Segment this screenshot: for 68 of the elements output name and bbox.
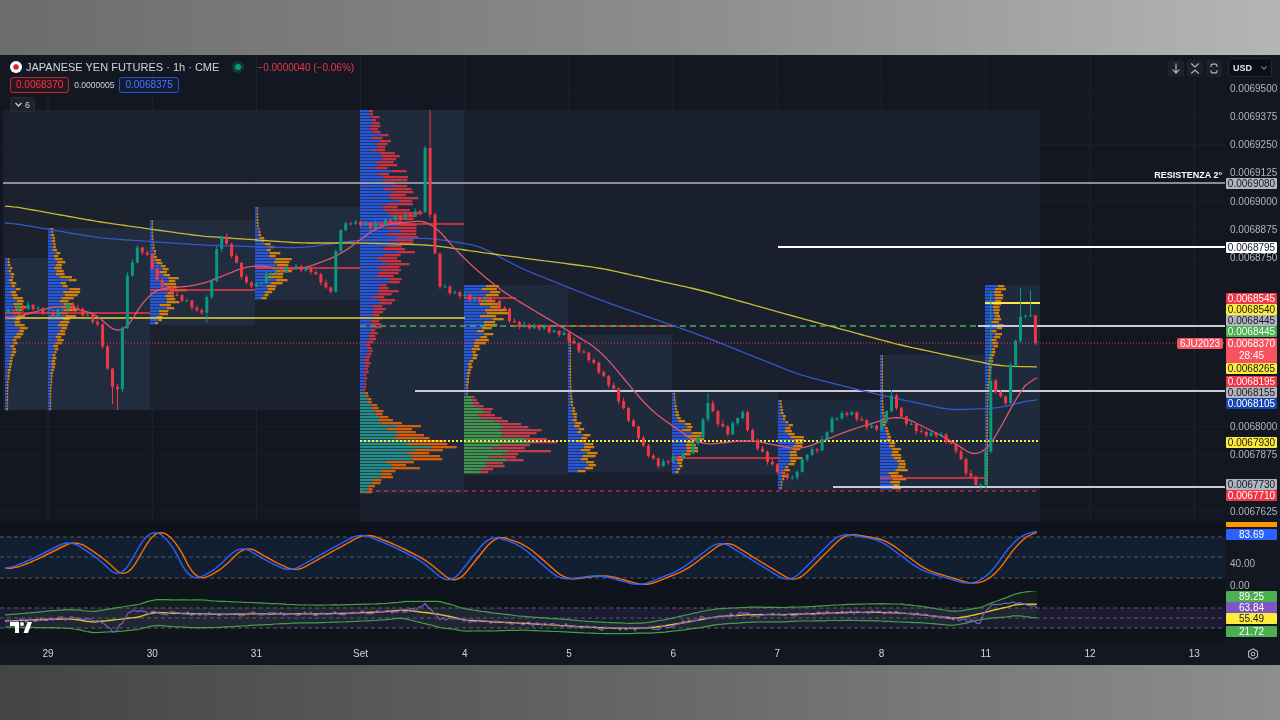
time-axis-label: 29 [42,648,54,660]
price-tag: 0.0068195 [1226,375,1277,387]
price-tag: 0.0068445 [1226,326,1277,338]
time-axis-label: 11 [980,648,991,660]
collapse-icon [1190,63,1200,74]
scroll-down-button[interactable] [1168,60,1184,77]
bid-price[interactable]: 0.0068370 [10,77,70,93]
time-axis-label: Set [353,648,369,660]
price-level-line [984,302,1041,304]
price-axis-label: 0.0069250 [1230,140,1278,150]
indicator-value-tag: 83.69 [1226,529,1277,541]
price-tag: 0.0067710 [1226,489,1277,501]
price-tag: 0.0068105 [1226,397,1277,409]
symbol-title[interactable]: JAPANESE YEN FUTURES · 1h · CME [26,61,220,73]
indicator-axis-label: 40.00 [1230,558,1256,568]
price-tag: 0.0068155 [1226,386,1277,398]
flag-icon [10,61,22,73]
price-axis-label: 0.0069375 [1230,111,1278,121]
price-axis-label: 0.0069500 [1230,83,1278,93]
price-tag: 0.0068265 [1226,362,1277,374]
indicator-value-tag: 55.49 [1226,613,1277,625]
time-axis-label: 5 [566,648,572,660]
price-tag: 0.0068795 [1226,241,1277,253]
indicator-value-tag: 21.72 [1226,625,1277,637]
currency-dropdown[interactable]: USD [1228,58,1272,77]
settings-icon [1246,648,1259,660]
indicators-toggle[interactable]: 6 [10,97,35,112]
price-tag: 0.0068445 [1226,315,1277,327]
value-tag-icon [1226,522,1277,527]
indicator-value-tag: 63.84 [1226,602,1277,614]
auto-fit-button[interactable] [1206,60,1222,77]
price-tag: 0.0067730 [1226,478,1277,490]
level-label: RESISTENZA 2° [1154,170,1222,180]
bar-countdown: 28:45 [1239,348,1264,362]
loop-icon [1209,63,1219,74]
price-tag: 0.0067930 [1226,436,1277,448]
last-price: 0.0068370 [1227,337,1276,349]
price-axis-label: 0.0069000 [1230,196,1278,206]
time-axis-label: 30 [146,648,158,660]
collapse-button[interactable] [1187,60,1203,77]
price-tag: 0.0069080 [1226,177,1277,189]
price-axis-label: 0.0068000 [1230,422,1278,432]
contract-label: 6JU2023 [1176,337,1223,349]
price-axis-label: 0.0067625 [1230,506,1278,516]
time-axis-label: 13 [1188,648,1200,660]
logo-icon [10,622,32,633]
price-tag: 0.0068545 [1226,293,1277,305]
price-axis-label: 0.0068750 [1230,252,1278,262]
time-axis-label: 31 [250,648,262,660]
chevron-icon [15,102,22,107]
time-axis-label: 6 [670,648,676,660]
time-axis-label: 8 [878,648,885,660]
price-axis-label: 0.0067875 [1230,450,1278,460]
price-axis-label: 0.0068875 [1230,224,1278,234]
time-axis-label: 7 [774,648,781,660]
time-axis-label: 4 [462,648,468,660]
ask-price[interactable]: 0.0068375 [119,77,179,93]
price-change: −0.0000040 (−0.06%) [257,61,355,73]
time-axis-label: 12 [1084,648,1096,660]
indicator-axis-label: 0.00 [1230,581,1250,590]
indicator-value-tag: 89.25 [1226,591,1277,603]
down-arrow-icon [1171,63,1181,74]
poc-line [463,297,517,299]
caret-icon [1261,65,1267,70]
price-tag: 0.0068540 [1226,304,1277,316]
spread-value: 0.0000005 [74,80,115,90]
price-axis-label: 0.0069125 [1230,168,1278,178]
status-dot-icon [232,61,245,73]
